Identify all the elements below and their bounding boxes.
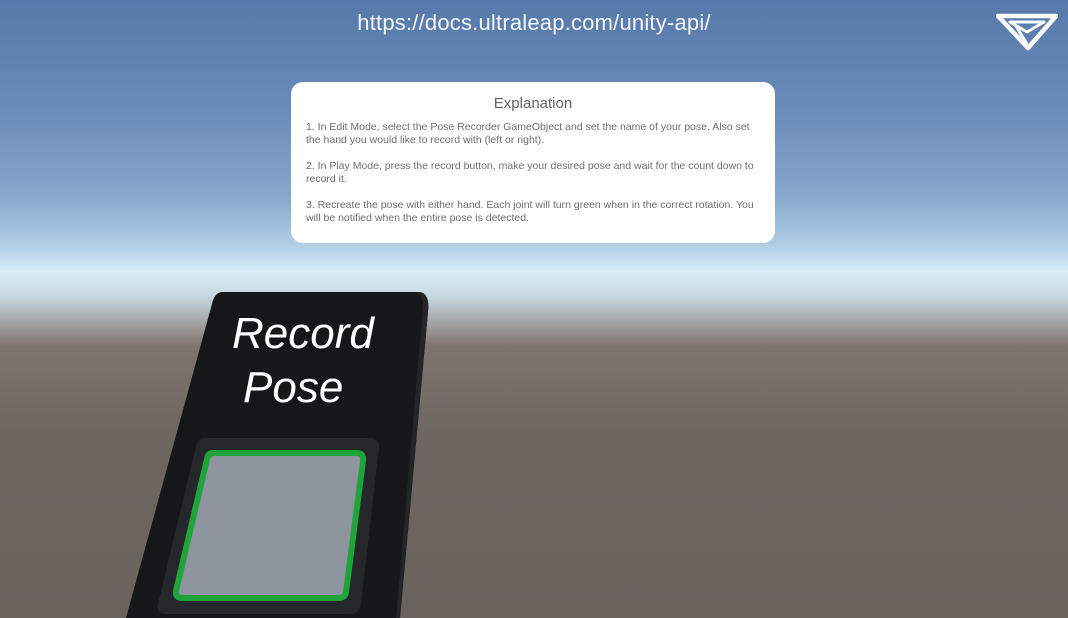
record-label: Record (232, 309, 374, 358)
record-pose-device (126, 292, 429, 618)
pose-label: Pose (243, 363, 344, 412)
record-button[interactable] (172, 450, 367, 601)
